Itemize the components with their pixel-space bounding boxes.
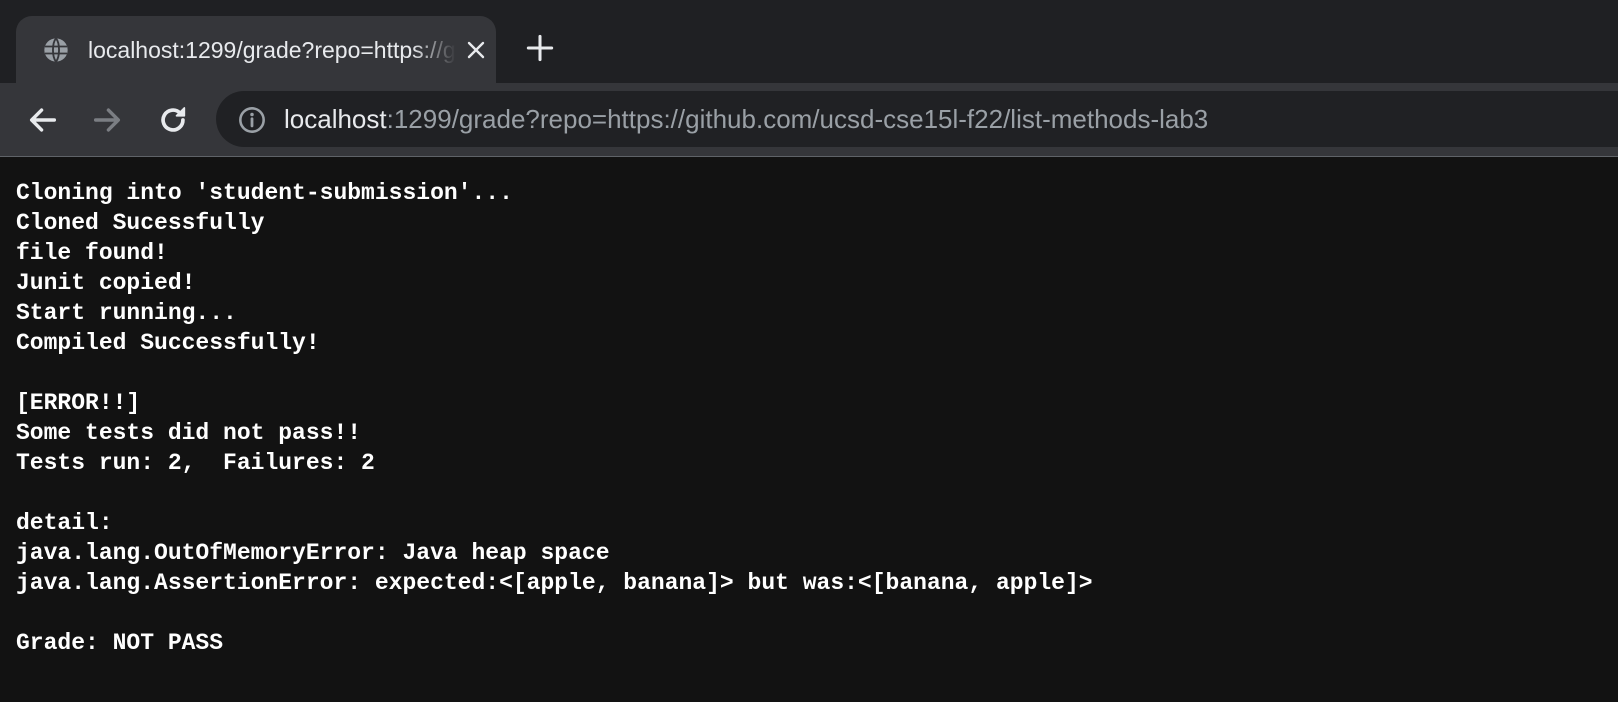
- output-line: file found!: [16, 240, 168, 266]
- output-line: [ERROR!!]: [16, 390, 141, 416]
- output-line: Tests run: 2, Failures: 2: [16, 450, 375, 476]
- output-line: java.lang.OutOfMemoryError: Java heap sp…: [16, 540, 610, 566]
- browser-window: localhost:1299/grade?repo=https://github…: [0, 0, 1618, 702]
- reload-icon[interactable]: [156, 103, 190, 137]
- plus-icon[interactable]: [526, 34, 554, 62]
- browser-toolbar: localhost:1299/grade?repo=https://github…: [0, 83, 1618, 157]
- tab-strip: localhost:1299/grade?repo=https://github…: [0, 0, 1618, 83]
- url-path: :1299/grade?repo=https://github.com/ucsd…: [386, 104, 1209, 134]
- grader-output: Cloning into 'student-submission'... Clon…: [16, 178, 1093, 658]
- output-line: detail:: [16, 510, 113, 536]
- output-line: Grade: NOT PASS: [16, 630, 224, 656]
- active-tab[interactable]: localhost:1299/grade?repo=https://github…: [16, 16, 496, 83]
- tab-title: localhost:1299/grade?repo=https://github…: [88, 37, 456, 63]
- output-line: java.lang.AssertionError: expected:<[app…: [16, 570, 1093, 596]
- address-bar[interactable]: localhost:1299/grade?repo=https://github…: [216, 91, 1618, 147]
- page-content: Cloning into 'student-submission'... Clon…: [0, 158, 1618, 702]
- close-icon[interactable]: [464, 38, 488, 62]
- output-line: Cloned Sucessfully: [16, 210, 265, 236]
- output-line: Compiled Successfully!: [16, 330, 320, 356]
- globe-icon: [44, 37, 68, 63]
- arrow-right-icon[interactable]: [90, 103, 124, 137]
- info-icon[interactable]: [238, 106, 266, 134]
- url-text[interactable]: localhost:1299/grade?repo=https://github…: [284, 102, 1208, 136]
- output-line: Start running...: [16, 300, 237, 326]
- url-host: localhost: [284, 104, 387, 134]
- arrow-left-icon[interactable]: [26, 103, 60, 137]
- output-line: Some tests did not pass!!: [16, 420, 362, 446]
- output-line: Junit copied!: [16, 270, 196, 296]
- output-line: Cloning into 'student-submission'...: [16, 180, 513, 206]
